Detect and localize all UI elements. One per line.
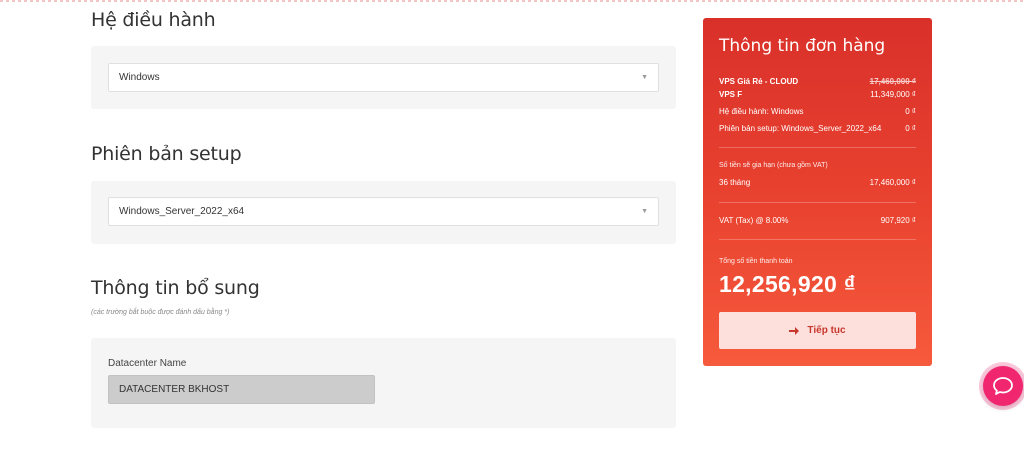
setup-select[interactable]: Windows_Server_2022_x64 ▼ xyxy=(108,197,659,226)
divider xyxy=(719,147,916,148)
total-amount: 12,256,920 ₫ xyxy=(719,271,856,297)
extra-panel: Datacenter Name DATACENTER BKHOST xyxy=(91,338,676,428)
os-select-value: Windows xyxy=(119,72,160,83)
divider xyxy=(719,239,916,240)
old-price: 17,460,000 ₫ xyxy=(869,77,916,86)
chevron-down-icon: ▼ xyxy=(641,208,648,215)
os-select[interactable]: Windows ▼ xyxy=(108,63,659,92)
order-line-product: VPS Giá Rẻ - CLOUD 17,460,000 ₫ xyxy=(719,77,916,86)
arrow-right-icon xyxy=(789,326,800,335)
order-line-os: Hệ điều hành: Windows 0 ₫ xyxy=(719,107,916,116)
order-line-term: 36 tháng 17,460,000 ₫ xyxy=(719,178,916,187)
order-line-vat: VAT (Tax) @ 8.00% 907,920 ₫ xyxy=(719,216,916,225)
total-label: Tổng số tiền thanh toán xyxy=(719,258,793,265)
setup-select-value: Windows_Server_2022_x64 xyxy=(119,206,245,217)
chevron-down-icon: ▼ xyxy=(641,74,648,81)
setup-panel: Windows_Server_2022_x64 ▼ xyxy=(91,181,676,244)
order-summary: Thông tin đơn hàng VPS Giá Rẻ - CLOUD 17… xyxy=(703,18,932,366)
required-note: (các trường bắt buộc được đánh dấu bằng … xyxy=(91,309,230,316)
continue-label: Tiếp tục xyxy=(807,325,846,336)
order-line-setup: Phiên bản setup: Windows_Server_2022_x64… xyxy=(719,124,916,133)
datacenter-field[interactable]: DATACENTER BKHOST xyxy=(108,375,375,404)
continue-button[interactable]: Tiếp tục xyxy=(719,312,916,349)
top-divider xyxy=(0,0,1024,2)
os-panel: Windows ▼ xyxy=(91,46,676,109)
setup-section-title: Phiên bản setup xyxy=(91,143,242,165)
order-title: Thông tin đơn hàng xyxy=(719,36,886,56)
os-section-title: Hệ điều hành xyxy=(91,9,216,31)
chat-bubble-icon xyxy=(993,377,1013,395)
renew-label: Số tiền sẽ gia hạn (chưa gồm VAT) xyxy=(719,162,828,169)
order-line-plan: VPS F 11,349,000 ₫ xyxy=(719,90,916,99)
datacenter-label: Datacenter Name xyxy=(108,358,187,369)
extra-section-title: Thông tin bổ sung xyxy=(91,277,260,299)
divider xyxy=(719,202,916,203)
chat-button[interactable] xyxy=(983,366,1023,406)
